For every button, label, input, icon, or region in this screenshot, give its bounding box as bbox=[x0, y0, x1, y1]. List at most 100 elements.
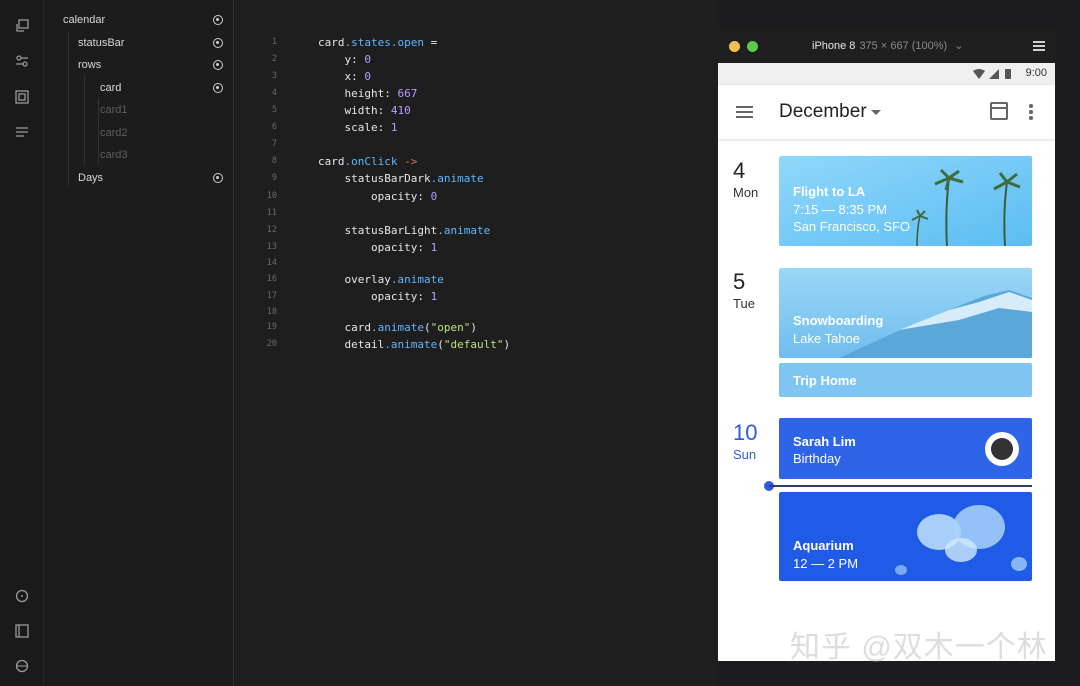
status-bar: 9:00 bbox=[718, 63, 1055, 85]
chevron-down-icon: ⌄ bbox=[954, 40, 964, 52]
code-text: scale: 1 bbox=[318, 119, 397, 136]
code-token: ( bbox=[437, 338, 444, 351]
toolbar bbox=[0, 0, 44, 686]
event-subtitle: Birthday bbox=[793, 451, 841, 466]
help-icon[interactable] bbox=[14, 658, 30, 674]
code-token: 667 bbox=[397, 87, 418, 100]
event-card[interactable]: Trip Home bbox=[779, 363, 1032, 397]
code-token: card bbox=[318, 36, 345, 49]
code-text: y: 0 bbox=[318, 51, 371, 68]
event-title: Trip Home bbox=[793, 373, 857, 388]
line-number: 10 bbox=[266, 191, 277, 201]
code-token: 0 bbox=[430, 190, 438, 203]
layer-row[interactable]: calendar bbox=[44, 10, 233, 30]
code-text: opacity: 1 bbox=[318, 288, 437, 305]
line-number: 1 bbox=[271, 37, 277, 47]
code-text: card.onClick -> bbox=[318, 153, 417, 170]
text-lines-icon[interactable] bbox=[14, 124, 30, 140]
code-token: overlay bbox=[318, 273, 391, 286]
code-token: -> bbox=[404, 155, 418, 168]
code-token: card bbox=[318, 321, 371, 334]
code-text: statusBarLight.animate bbox=[318, 222, 490, 239]
device-selector[interactable]: iPhone 8 375 × 667 (100%) ⌄ bbox=[812, 39, 963, 52]
layer-label: statusBar bbox=[78, 37, 125, 49]
code-token: = bbox=[423, 36, 438, 49]
visibility-icon[interactable] bbox=[213, 38, 223, 48]
layer-row[interactable]: card1 bbox=[44, 100, 233, 120]
visibility-icon[interactable] bbox=[213, 15, 223, 25]
layer-row[interactable]: statusBar bbox=[44, 33, 233, 53]
app-bar: December bbox=[718, 85, 1055, 139]
device-header: iPhone 8 375 × 667 (100%) ⌄ bbox=[718, 30, 1055, 63]
info-icon[interactable] bbox=[14, 588, 30, 604]
hamburger-icon[interactable] bbox=[736, 106, 753, 121]
code-token: statusBarLight bbox=[318, 224, 438, 237]
code-token: opacity: bbox=[318, 241, 431, 254]
window-dot-green[interactable] bbox=[747, 41, 758, 52]
device-preview[interactable]: iPhone 8 375 × 667 (100%) ⌄ 9:00 December… bbox=[718, 30, 1055, 661]
frame-icon[interactable] bbox=[14, 89, 30, 105]
line-number: 11 bbox=[266, 208, 277, 218]
device-size: 375 × 667 (100%) bbox=[859, 40, 948, 52]
line-number: 8 bbox=[271, 156, 277, 166]
calendar-icon[interactable] bbox=[990, 102, 1008, 120]
code-token: .states.open bbox=[344, 36, 424, 49]
code-token: 1 bbox=[430, 290, 438, 303]
day-label: 10 Sun bbox=[733, 420, 758, 463]
day-weekday: Tue bbox=[733, 296, 755, 311]
event-card[interactable]: Snowboarding Lake Tahoe bbox=[779, 268, 1032, 358]
layer-row[interactable]: Days bbox=[44, 168, 233, 188]
layer-label: card2 bbox=[100, 127, 128, 139]
layers-copy-icon[interactable] bbox=[14, 18, 30, 34]
line-number: 5 bbox=[271, 105, 277, 115]
caret-down-icon[interactable] bbox=[871, 110, 881, 115]
visibility-icon[interactable] bbox=[213, 83, 223, 93]
panel-icon[interactable] bbox=[14, 623, 30, 639]
sliders-icon[interactable] bbox=[14, 53, 30, 69]
line-number: 20 bbox=[266, 339, 277, 349]
device-name: iPhone 8 bbox=[812, 40, 856, 52]
layer-label: card1 bbox=[100, 104, 128, 116]
visibility-icon[interactable] bbox=[213, 60, 223, 70]
line-number: 17 bbox=[266, 291, 277, 301]
code-token: .animate bbox=[390, 273, 444, 286]
event-title: Snowboarding bbox=[793, 313, 884, 328]
day-label: 4 Mon bbox=[733, 159, 758, 201]
code-token: .animate bbox=[384, 338, 438, 351]
event-card[interactable]: Flight to LA 7:15 — 8:35 PM San Francisc… bbox=[779, 156, 1032, 246]
day-label: 5 Tue bbox=[733, 269, 755, 312]
line-number: 3 bbox=[271, 71, 277, 81]
layer-label: card bbox=[100, 82, 122, 94]
line-number: 19 bbox=[266, 322, 277, 332]
layer-row[interactable]: card2 bbox=[44, 123, 233, 143]
code-token: "default" bbox=[443, 338, 504, 351]
event-card[interactable]: Aquarium 12 — 2 PM bbox=[779, 492, 1032, 581]
code-editor[interactable]: 1 card.states.open = 2 y: 03 x: 04 height:… bbox=[235, 0, 718, 686]
code-text: opacity: 0 bbox=[318, 188, 437, 205]
day-number: 5 bbox=[733, 269, 746, 294]
event-location: Lake Tahoe bbox=[793, 331, 860, 346]
more-vert-icon[interactable] bbox=[1029, 104, 1033, 122]
line-number: 9 bbox=[271, 173, 277, 183]
code-text: opacity: 1 bbox=[318, 239, 437, 256]
layer-row[interactable]: rows bbox=[44, 55, 233, 75]
month-title[interactable]: December bbox=[779, 101, 867, 123]
visibility-icon[interactable] bbox=[213, 173, 223, 183]
layer-row[interactable]: card bbox=[44, 78, 233, 98]
day-number: 10 bbox=[733, 420, 758, 445]
window-dot-yellow[interactable] bbox=[729, 41, 740, 52]
menu-icon[interactable] bbox=[1033, 41, 1045, 51]
code-token: ) bbox=[470, 321, 477, 334]
code-token: .onClick bbox=[344, 155, 398, 168]
code-token: 0 bbox=[364, 53, 371, 66]
code-token: 0 bbox=[364, 70, 371, 83]
event-title: Flight to LA bbox=[793, 184, 866, 199]
code-token: ( bbox=[423, 321, 431, 334]
layer-row[interactable]: card3 bbox=[44, 145, 233, 165]
layer-label: card3 bbox=[100, 149, 128, 161]
event-time: 12 — 2 PM bbox=[793, 556, 859, 571]
line-number: 2 bbox=[271, 54, 277, 64]
code-token: .animate bbox=[370, 321, 424, 334]
event-card[interactable]: Sarah Lim Birthday bbox=[779, 418, 1032, 479]
line-number: 14 bbox=[266, 258, 277, 268]
